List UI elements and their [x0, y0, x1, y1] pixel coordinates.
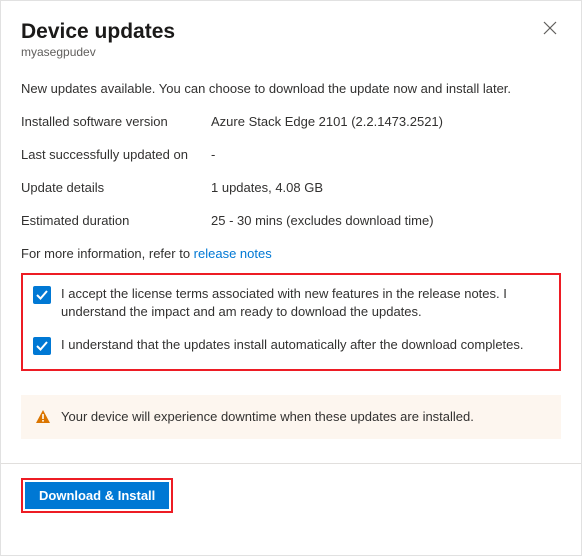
device-name: myasegpudev: [21, 45, 561, 59]
duration-value: 25 - 30 mins (excludes download time): [211, 213, 434, 228]
license-checkbox[interactable]: [33, 286, 51, 304]
duration-label: Estimated duration: [21, 213, 211, 228]
panel-title: Device updates: [21, 19, 561, 44]
checkmark-icon: [35, 339, 49, 353]
primary-action-highlight: Download & Install: [21, 478, 173, 513]
update-details-value: 1 updates, 4.08 GB: [211, 180, 323, 195]
device-updates-panel: Device updates myasegpudev New updates a…: [1, 1, 581, 529]
auto-install-text: I understand that the updates install au…: [61, 336, 524, 354]
installed-version-value: Azure Stack Edge 2101 (2.2.1473.2521): [211, 114, 443, 129]
installed-version-label: Installed software version: [21, 114, 211, 129]
close-icon: [543, 21, 557, 35]
info-row-installed-version: Installed software version Azure Stack E…: [21, 114, 561, 129]
panel-header: Device updates myasegpudev: [21, 19, 561, 59]
footer-divider: [1, 463, 581, 464]
more-info-prefix: For more information, refer to: [21, 246, 194, 261]
info-row-duration: Estimated duration 25 - 30 mins (exclude…: [21, 213, 561, 228]
checkmark-icon: [35, 288, 49, 302]
update-details-label: Update details: [21, 180, 211, 195]
info-row-update-details: Update details 1 updates, 4.08 GB: [21, 180, 561, 195]
warning-banner: Your device will experience downtime whe…: [21, 395, 561, 439]
last-updated-label: Last successfully updated on: [21, 147, 211, 162]
warning-icon: [35, 409, 51, 425]
more-info-line: For more information, refer to release n…: [21, 246, 561, 261]
close-button[interactable]: [543, 21, 561, 39]
intro-text: New updates available. You can choose to…: [21, 81, 561, 96]
release-notes-link[interactable]: release notes: [194, 246, 272, 261]
auto-install-checkbox[interactable]: [33, 337, 51, 355]
info-row-last-updated: Last successfully updated on -: [21, 147, 561, 162]
consent-row-auto-install: I understand that the updates install au…: [33, 336, 549, 355]
consent-block: I accept the license terms associated wi…: [21, 273, 561, 370]
warning-text: Your device will experience downtime whe…: [61, 409, 474, 424]
license-text: I accept the license terms associated wi…: [61, 285, 549, 321]
download-install-button[interactable]: Download & Install: [25, 482, 169, 509]
last-updated-value: -: [211, 147, 215, 162]
consent-row-license: I accept the license terms associated wi…: [33, 285, 549, 321]
